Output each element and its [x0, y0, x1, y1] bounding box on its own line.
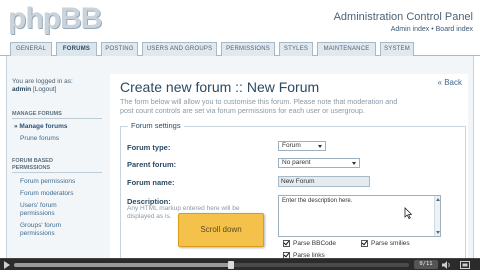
tab-general[interactable]: GENERAL	[10, 42, 52, 56]
sidebar-item-label: Groups' forum	[20, 222, 61, 229]
forum-type-value: Forum	[282, 142, 301, 149]
scroll-down-icon[interactable]	[436, 231, 440, 234]
description-value: Enter the description here.	[282, 198, 353, 204]
chevron-down-icon	[318, 145, 322, 148]
intro-line: post count controls are set via forum pe…	[120, 106, 365, 115]
login-status: You are logged in as: admin [Logout]	[12, 78, 102, 94]
sidebar-item-label: Users' forum	[20, 202, 57, 209]
chevron-down-icon	[352, 162, 356, 165]
sidebar-section-manage: MANAGE FORUMS	[12, 111, 102, 119]
seek-progress	[14, 263, 232, 267]
header: phpBB Administration Control Panel Admin…	[0, 0, 480, 40]
tab-styles[interactable]: STYLES	[279, 42, 313, 56]
tab-maintenance[interactable]: MAINTENANCE	[317, 42, 376, 56]
logout-bracket-close: ]	[54, 86, 57, 93]
sidebar-item-groups-forum-permissions[interactable]: Groups' forum permissions	[20, 222, 102, 237]
intro-line: The form below will allow you to customi…	[120, 97, 398, 106]
sidebar-section-permissions: PERMISSIONS	[12, 165, 102, 173]
username: admin	[12, 86, 32, 93]
tab-system[interactable]: SYSTEM	[380, 42, 414, 56]
sidebar-item-label: permissions	[20, 229, 55, 237]
sidebar-item-forum-permissions[interactable]: Forum permissions	[20, 178, 102, 186]
forum-name-label: Forum name:	[127, 178, 175, 187]
parse-smilies-checkbox[interactable]	[361, 240, 368, 247]
page-title: Create new forum :: New Forum	[120, 79, 320, 95]
back-link[interactable]: « Back	[438, 78, 462, 87]
forum-name-input[interactable]: New Forum	[278, 176, 370, 187]
sidebar-item-prune-forums[interactable]: Prune forums	[20, 135, 102, 143]
link-separator: •	[431, 26, 434, 33]
forum-settings-legend: Forum settings	[128, 121, 184, 130]
parse-bbcode-checkbox[interactable]	[283, 240, 290, 247]
admin-index-link[interactable]: Admin index	[391, 26, 430, 33]
parse-smilies-label: Parse smilies	[371, 240, 410, 247]
tab-bar: GENERAL FORUMS POSTING USERS AND GROUPS …	[0, 41, 480, 57]
tab-permissions[interactable]: PERMISSIONS	[221, 42, 275, 56]
logged-in-label: You are logged in as:	[12, 78, 73, 85]
tab-forums[interactable]: FORUMS	[56, 42, 97, 57]
seek-track[interactable]	[14, 261, 409, 269]
sidebar-item-manage-forums[interactable]: Manage forums	[14, 123, 96, 131]
logout-link[interactable]: Logout	[35, 86, 55, 93]
intro-text: The form below will allow you to customi…	[120, 97, 465, 115]
textarea-scrollbar[interactable]	[434, 196, 440, 236]
parent-forum-select[interactable]: No parent	[278, 158, 360, 168]
sidebar-item-users-forum-permissions[interactable]: Users' forum permissions	[20, 202, 102, 217]
parse-bbcode-label: Parse BBCode	[293, 240, 336, 247]
play-icon[interactable]	[4, 261, 10, 269]
description-textarea[interactable]: Enter the description here.	[278, 195, 441, 237]
phpbb-logo[interactable]: phpBB	[8, 2, 102, 36]
acp-title: Administration Control Panel	[333, 11, 473, 23]
tab-users-and-groups[interactable]: USERS AND GROUPS	[142, 42, 217, 56]
forum-type-select[interactable]: Forum	[278, 141, 326, 151]
sidebar-item-label: permissions	[20, 209, 55, 217]
volume-icon[interactable]	[442, 261, 452, 269]
mouse-cursor-icon	[404, 207, 412, 219]
video-player-bar: 0/11	[0, 258, 480, 270]
tab-posting[interactable]: POSTING	[101, 42, 138, 56]
sidebar-section-forum-based: FORUM BASED	[12, 158, 53, 164]
time-display: 0/11	[414, 260, 438, 269]
fullscreen-icon[interactable]	[460, 261, 470, 269]
scroll-up-icon[interactable]	[436, 198, 440, 201]
description-help-line: Any HTML markup entered here will be	[127, 205, 240, 212]
board-index-link[interactable]: Board index	[436, 26, 473, 33]
forum-type-label: Forum type:	[127, 143, 171, 152]
sidebar-item-forum-moderators[interactable]: Forum moderators	[20, 190, 102, 198]
parent-forum-value: No parent	[282, 159, 311, 166]
parent-forum-label: Parent forum:	[127, 160, 177, 169]
scroll-down-tooltip: Scroll down	[178, 213, 264, 247]
seek-handle[interactable]	[228, 261, 235, 269]
header-links: Admin index • Board index	[391, 26, 473, 33]
